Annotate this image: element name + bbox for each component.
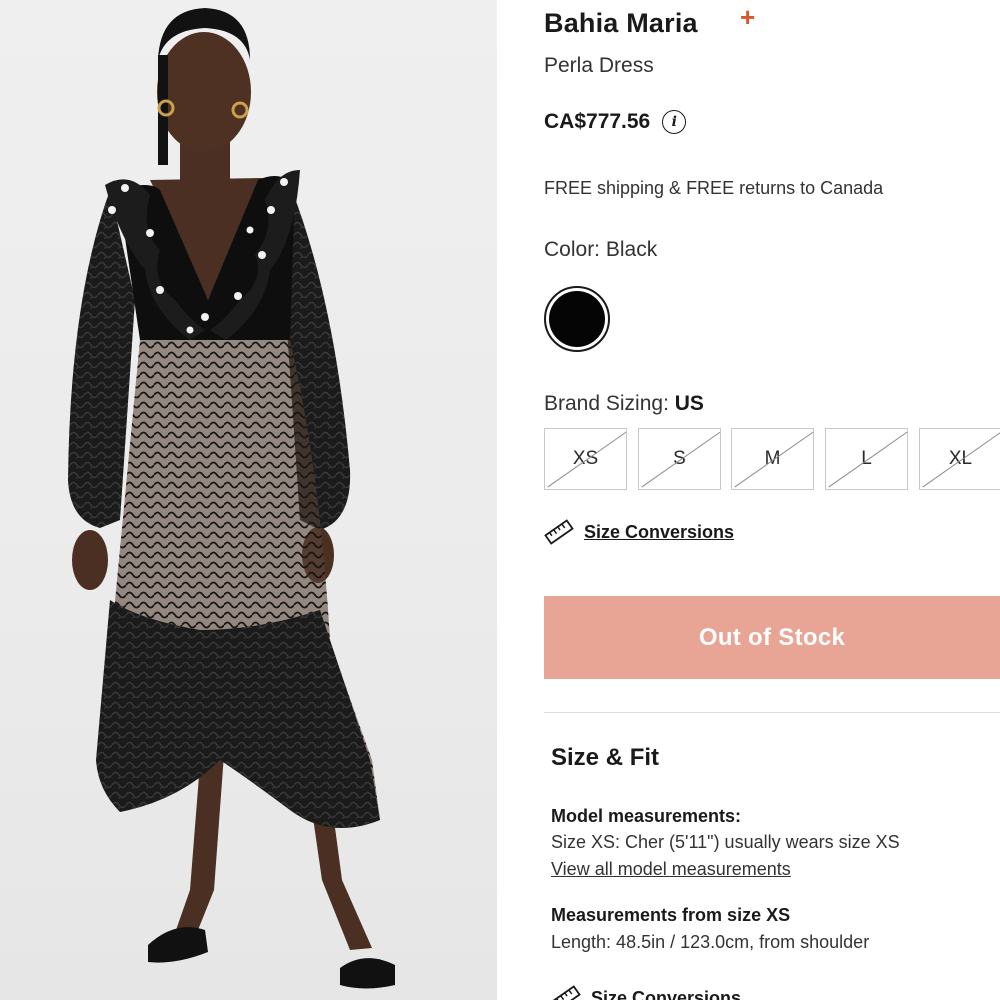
unavailable-slash	[547, 431, 626, 488]
brand-name[interactable]: Bahia Maria	[544, 8, 698, 39]
price-row: CA$777.56 i	[544, 110, 687, 134]
size-conversions-row-2[interactable]: Size Conversions	[551, 984, 1000, 1000]
unavailable-slash	[828, 431, 907, 488]
product-price: CA$777.56	[544, 110, 651, 133]
brand-sizing-value: US	[674, 392, 704, 415]
ruler-icon	[551, 985, 581, 1000]
size-option-xl[interactable]: XL	[919, 428, 1000, 490]
size-option-m[interactable]: M	[731, 428, 814, 490]
unavailable-slash	[734, 431, 813, 488]
brand-sizing-prefix: Brand Sizing:	[544, 392, 675, 415]
size-conversions-link-2[interactable]: Size Conversions	[591, 988, 741, 1000]
info-icon[interactable]: i	[662, 110, 687, 134]
size-selector: XS S M L XL	[544, 428, 1000, 490]
model-measurements-text: Size XS: Cher (5'11") usually wears size…	[551, 832, 900, 852]
measurements-text: Length: 48.5in / 123.0cm, from shoulder	[551, 932, 870, 952]
model-measurements-heading: Model measurements:	[551, 806, 742, 826]
size-fit-title: Size & Fit	[551, 744, 660, 771]
color-label: Color: Black	[544, 238, 658, 261]
unavailable-slash	[922, 431, 1000, 488]
product-image[interactable]	[0, 0, 497, 1000]
view-model-measurements-link[interactable]: View all model measurements	[551, 859, 1000, 880]
size-conversions-link[interactable]: Size Conversions	[584, 522, 734, 543]
brand-row: Bahia Maria	[544, 8, 698, 39]
measurements-heading: Measurements from size XS	[551, 905, 791, 925]
size-option-s[interactable]: S	[638, 428, 721, 490]
section-divider	[544, 712, 1000, 713]
brand-sizing-label: Brand Sizing: US	[544, 392, 704, 416]
size-option-l[interactable]: L	[825, 428, 908, 490]
product-photo-illustration	[68, 8, 395, 989]
swatch-fill	[549, 291, 605, 347]
unavailable-slash	[641, 431, 720, 488]
size-option-xs[interactable]: XS	[544, 428, 627, 490]
color-swatch-black[interactable]	[544, 286, 610, 352]
ruler-icon	[544, 519, 574, 545]
out-of-stock-button[interactable]: Out of Stock	[544, 596, 1000, 679]
product-name: Perla Dress	[544, 54, 654, 77]
shipping-info: FREE shipping & FREE returns to Canada	[544, 178, 884, 198]
size-conversions-row[interactable]: Size Conversions	[544, 518, 734, 546]
plus-icon[interactable]: +	[740, 2, 755, 33]
